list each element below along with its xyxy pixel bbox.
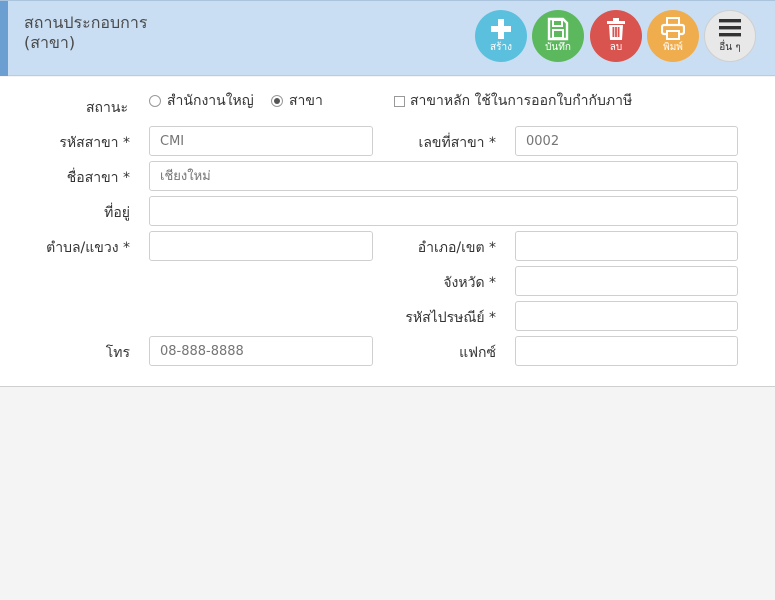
create-button[interactable]: สร้าง — [475, 10, 527, 62]
district-input[interactable] — [515, 231, 738, 261]
page-title: สถานประกอบการ (สาขา) — [24, 13, 147, 53]
status-option-head-office[interactable]: สำนักงานใหญ่ — [167, 92, 254, 110]
address-label: ที่อยู่ — [104, 205, 130, 221]
printer-icon — [661, 17, 685, 40]
branch-number-label: เลขที่สาขา * — [418, 135, 496, 151]
fax-input[interactable] — [515, 336, 738, 366]
page-title-line1: สถานประกอบการ — [24, 13, 148, 32]
print-button[interactable]: พิมพ์ — [647, 10, 699, 62]
phone-label: โทร — [105, 345, 130, 361]
more-options-button-label: อื่น ๆ — [719, 42, 741, 53]
print-button-label: พิมพ์ — [663, 42, 683, 53]
address-input[interactable] — [149, 196, 738, 226]
phone-input[interactable] — [149, 336, 373, 366]
branch-form: สถานะ สำนักงานใหญ่ สาขา สาขาหลัก ใช้ในกา… — [0, 77, 775, 387]
header-accent-bar — [0, 1, 8, 76]
branch-name-label: ชื่อสาขา * — [66, 170, 130, 186]
district-label: อำเภอ/เขต * — [417, 240, 496, 256]
create-button-label: สร้าง — [490, 42, 512, 53]
page-header: สถานประกอบการ (สาขา) สร้าง บันทึก ลบ พิม… — [0, 0, 775, 76]
postal-code-input[interactable] — [515, 301, 738, 331]
save-button[interactable]: บันทึก — [532, 10, 584, 62]
plus-icon — [491, 19, 511, 39]
status-radio-head-office[interactable] — [149, 95, 161, 107]
branch-name-input[interactable] — [149, 161, 738, 191]
branch-code-input[interactable] — [149, 126, 373, 156]
main-branch-checkbox[interactable] — [394, 96, 405, 107]
delete-button[interactable]: ลบ — [590, 10, 642, 62]
save-button-label: บันทึก — [545, 42, 571, 53]
main-branch-checkbox-label[interactable]: สาขาหลัก ใช้ในการออกใบกำกับภาษี — [410, 92, 632, 110]
status-option-branch[interactable]: สาขา — [289, 92, 323, 110]
status-label: สถานะ — [86, 100, 128, 116]
page-title-line2: (สาขา) — [24, 33, 76, 52]
floppy-disk-icon — [547, 17, 569, 41]
delete-button-label: ลบ — [609, 42, 623, 53]
province-input[interactable] — [515, 266, 738, 296]
fax-label: แฟกซ์ — [459, 345, 496, 361]
trash-icon — [607, 18, 625, 40]
subdistrict-label: ตำบล/แขวง * — [46, 240, 130, 256]
more-options-button[interactable]: อื่น ๆ — [704, 10, 756, 62]
menu-icon — [719, 19, 741, 37]
province-label: จังหวัด * — [443, 275, 496, 291]
branch-number-input[interactable] — [515, 126, 738, 156]
branch-code-label: รหัสสาขา * — [59, 135, 130, 151]
postal-code-label: รหัสไปรษณีย์ * — [405, 310, 496, 326]
status-radio-branch[interactable] — [271, 95, 283, 107]
subdistrict-input[interactable] — [149, 231, 373, 261]
